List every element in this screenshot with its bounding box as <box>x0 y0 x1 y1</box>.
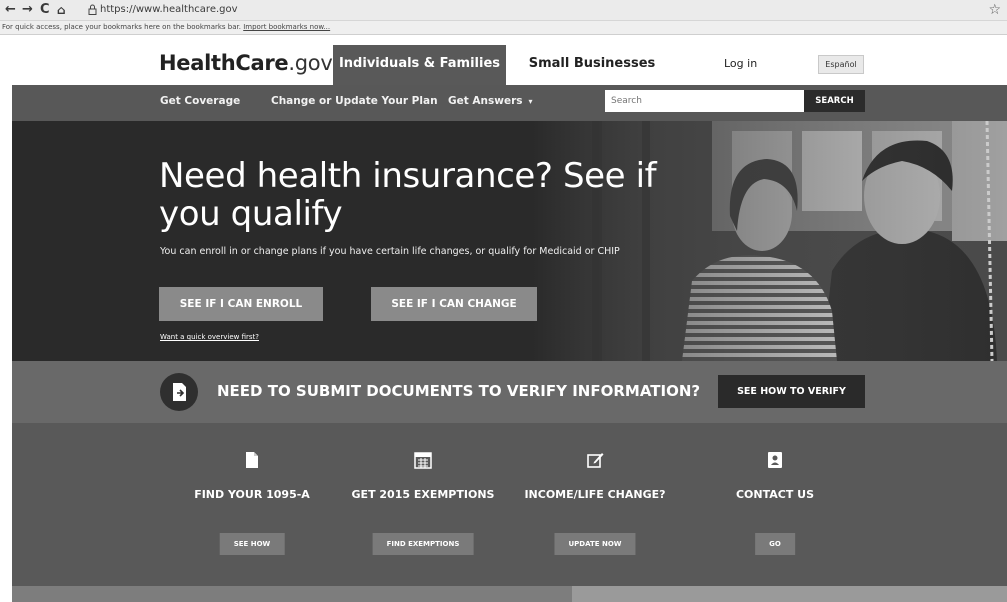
feature-title: INCOME/LIFE CHANGE? <box>524 488 666 501</box>
find-exemptions-button[interactable]: FIND EXEMPTIONS <box>372 533 474 555</box>
caret-down-icon: ▾ <box>528 97 533 106</box>
feature-1095a: FIND YOUR 1095-A SEE HOW <box>167 423 337 586</box>
back-arrow-icon[interactable]: ← <box>5 3 16 17</box>
bookmarks-hint: For quick access, place your bookmarks h… <box>2 23 241 31</box>
home-icon[interactable]: ⌂ <box>57 3 66 17</box>
see-if-i-can-enroll-button[interactable]: SEE IF I CAN ENROLL <box>159 287 323 321</box>
tab-small-businesses[interactable]: Small Businesses <box>517 45 667 85</box>
hero-subtitle: You can enroll in or change plans if you… <box>160 246 620 257</box>
logo-suffix: .gov <box>288 51 333 75</box>
espanol-button[interactable]: Español <box>818 55 864 74</box>
search-button[interactable]: SEARCH <box>804 90 865 112</box>
import-bookmarks-link[interactable]: Import bookmarks now... <box>243 23 330 31</box>
address-bar[interactable]: https://www.healthcare.gov <box>100 4 238 15</box>
nav-get-coverage[interactable]: Get Coverage <box>160 95 240 107</box>
bookmark-star-icon[interactable]: ☆ <box>988 2 1001 18</box>
feature-income-change: INCOME/LIFE CHANGE? UPDATE NOW <box>510 423 680 586</box>
quick-overview-link[interactable]: Want a quick overview first? <box>160 333 259 341</box>
login-link[interactable]: Log in <box>724 57 757 70</box>
verify-documents-banner: NEED TO SUBMIT DOCUMENTS TO VERIFY INFOR… <box>12 361 1007 423</box>
nav-get-answers[interactable]: Get Answers ▾ <box>448 95 533 107</box>
edit-icon <box>587 453 604 468</box>
browser-toolbar: ← → C ⌂ https://www.healthcare.gov ☆ <box>0 0 1007 21</box>
lock-icon <box>88 4 97 15</box>
feature-title: FIND YOUR 1095-A <box>194 488 310 501</box>
hero-banner: Need health insurance? See if you qualif… <box>12 121 1007 361</box>
go-button[interactable]: GO <box>755 533 795 555</box>
feature-contact-us: CONTACT US GO <box>690 423 860 586</box>
see-how-button[interactable]: SEE HOW <box>219 533 285 555</box>
see-how-to-verify-button[interactable]: SEE HOW TO VERIFY <box>718 375 865 408</box>
see-if-i-can-change-button[interactable]: SEE IF I CAN CHANGE <box>371 287 537 321</box>
verify-heading: NEED TO SUBMIT DOCUMENTS TO VERIFY INFOR… <box>217 382 701 400</box>
site-header: HealthCare.gov Individuals & Families Sm… <box>12 45 1007 85</box>
feature-title: CONTACT US <box>735 488 815 501</box>
lower-section-right <box>572 586 1007 602</box>
forward-arrow-icon[interactable]: → <box>22 3 33 17</box>
feature-exemptions: GET 2015 EXEMPTIONS FIND EXEMPTIONS <box>338 423 508 586</box>
healthcare-gov-logo[interactable]: HealthCare.gov <box>159 51 333 75</box>
reload-icon[interactable]: C <box>40 3 50 17</box>
nav-get-answers-label: Get Answers <box>448 95 523 107</box>
update-now-button[interactable]: UPDATE NOW <box>554 533 636 555</box>
search-input[interactable] <box>605 90 804 112</box>
document-upload-icon <box>160 373 198 411</box>
document-icon <box>246 452 258 468</box>
contact-card-icon <box>768 452 782 468</box>
tab-individuals-families[interactable]: Individuals & Families <box>333 45 506 85</box>
nav-change-plan[interactable]: Change or Update Your Plan <box>271 95 438 107</box>
page-margin <box>0 35 12 602</box>
bookmarks-bar: For quick access, place your bookmarks h… <box>0 21 1007 35</box>
lower-section-left <box>12 586 572 602</box>
main-nav: Get Coverage Change or Update Your Plan … <box>12 85 1007 121</box>
features-section: FIND YOUR 1095-A SEE HOW GET 2015 EXEMPT… <box>12 423 1007 586</box>
calendar-icon <box>414 452 432 469</box>
logo-main: HealthCare <box>159 51 289 75</box>
feature-title: GET 2015 EXEMPTIONS <box>351 488 495 501</box>
hero-title: Need health insurance? See if you qualif… <box>159 156 657 234</box>
